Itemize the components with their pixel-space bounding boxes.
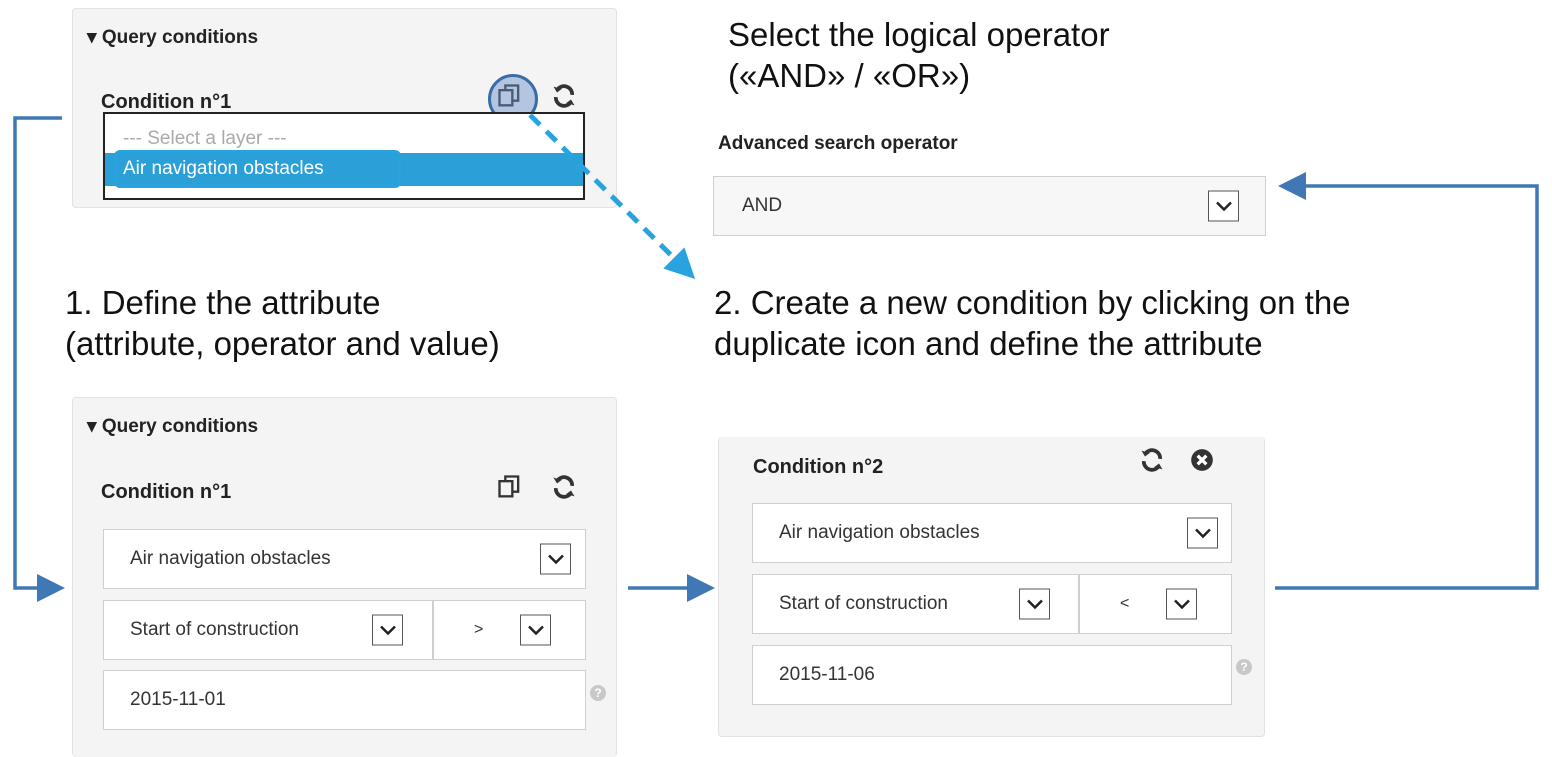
flow-arrows — [13, 113, 1539, 602]
dashed-arrow-duplicate — [528, 113, 696, 280]
arrow-to-condition-1 — [13, 116, 65, 602]
arrow-to-operator — [1275, 172, 1539, 590]
